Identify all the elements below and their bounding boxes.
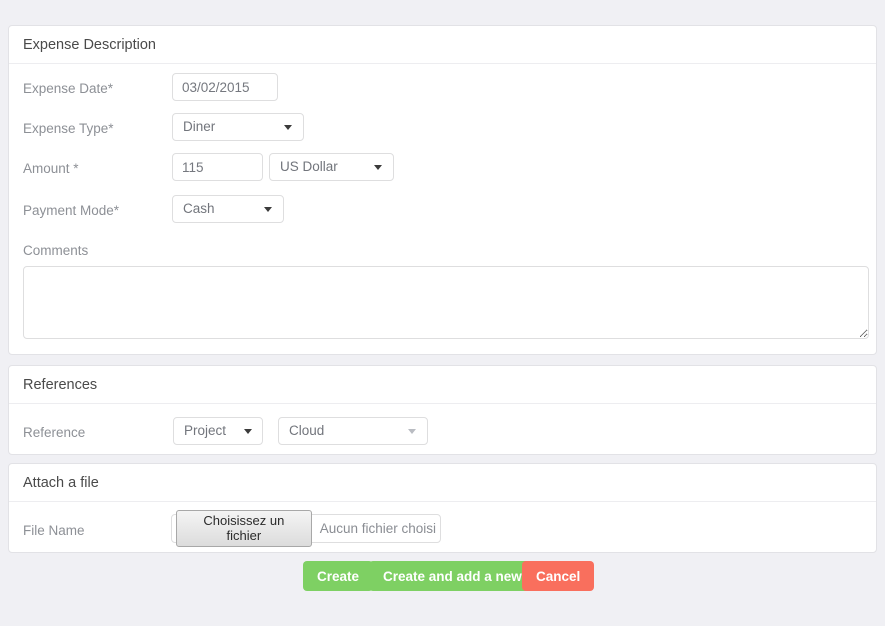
comments-textarea[interactable] bbox=[23, 266, 869, 339]
choose-file-button[interactable]: Choisissez un fichier bbox=[176, 510, 312, 547]
references-panel: References Reference Project Cloud bbox=[8, 365, 877, 455]
reference-target-select[interactable]: Cloud bbox=[278, 417, 428, 445]
expense-description-title: Expense Description bbox=[9, 26, 876, 64]
expense-type-label: Expense Type* bbox=[23, 121, 114, 136]
comments-label: Comments bbox=[23, 243, 89, 258]
file-name-label: File Name bbox=[23, 523, 85, 538]
amount-input[interactable] bbox=[172, 153, 263, 181]
references-title: References bbox=[9, 366, 876, 404]
reference-type-value: Project bbox=[184, 423, 227, 438]
chevron-down-icon bbox=[264, 207, 272, 212]
reference-label: Reference bbox=[23, 425, 86, 440]
expense-form-page: Expense Description Expense Date* Expens… bbox=[0, 0, 885, 626]
attach-file-title: Attach a file bbox=[9, 464, 876, 502]
file-upload-input[interactable]: Choisissez un fichier Aucun fichier choi… bbox=[171, 510, 441, 547]
expense-type-value: Diner bbox=[183, 119, 216, 134]
reference-target-value: Cloud bbox=[289, 423, 325, 438]
file-status-text: Aucun fichier choisi bbox=[319, 521, 436, 536]
expense-date-label: Expense Date* bbox=[23, 81, 114, 96]
payment-mode-label: Payment Mode* bbox=[23, 203, 120, 218]
attach-file-panel: Attach a file File Name Choisissez un fi… bbox=[8, 463, 877, 553]
cancel-button[interactable]: Cancel bbox=[522, 561, 595, 591]
chevron-down-icon bbox=[284, 125, 292, 130]
create-and-add-button[interactable]: Create and add a new bbox=[369, 561, 536, 591]
currency-value: US Dollar bbox=[280, 159, 338, 174]
payment-mode-select[interactable]: Cash bbox=[172, 195, 284, 223]
amount-label: Amount * bbox=[23, 161, 79, 176]
expense-date-input[interactable] bbox=[172, 73, 278, 101]
currency-select[interactable]: US Dollar bbox=[269, 153, 394, 181]
reference-type-select[interactable]: Project bbox=[173, 417, 263, 445]
chevron-down-icon bbox=[408, 429, 416, 434]
payment-mode-value: Cash bbox=[183, 201, 215, 216]
chevron-down-icon bbox=[374, 165, 382, 170]
chevron-down-icon bbox=[244, 429, 252, 434]
expense-type-select[interactable]: Diner bbox=[172, 113, 304, 141]
create-button[interactable]: Create bbox=[303, 561, 374, 591]
expense-description-panel: Expense Description Expense Date* Expens… bbox=[8, 25, 877, 355]
